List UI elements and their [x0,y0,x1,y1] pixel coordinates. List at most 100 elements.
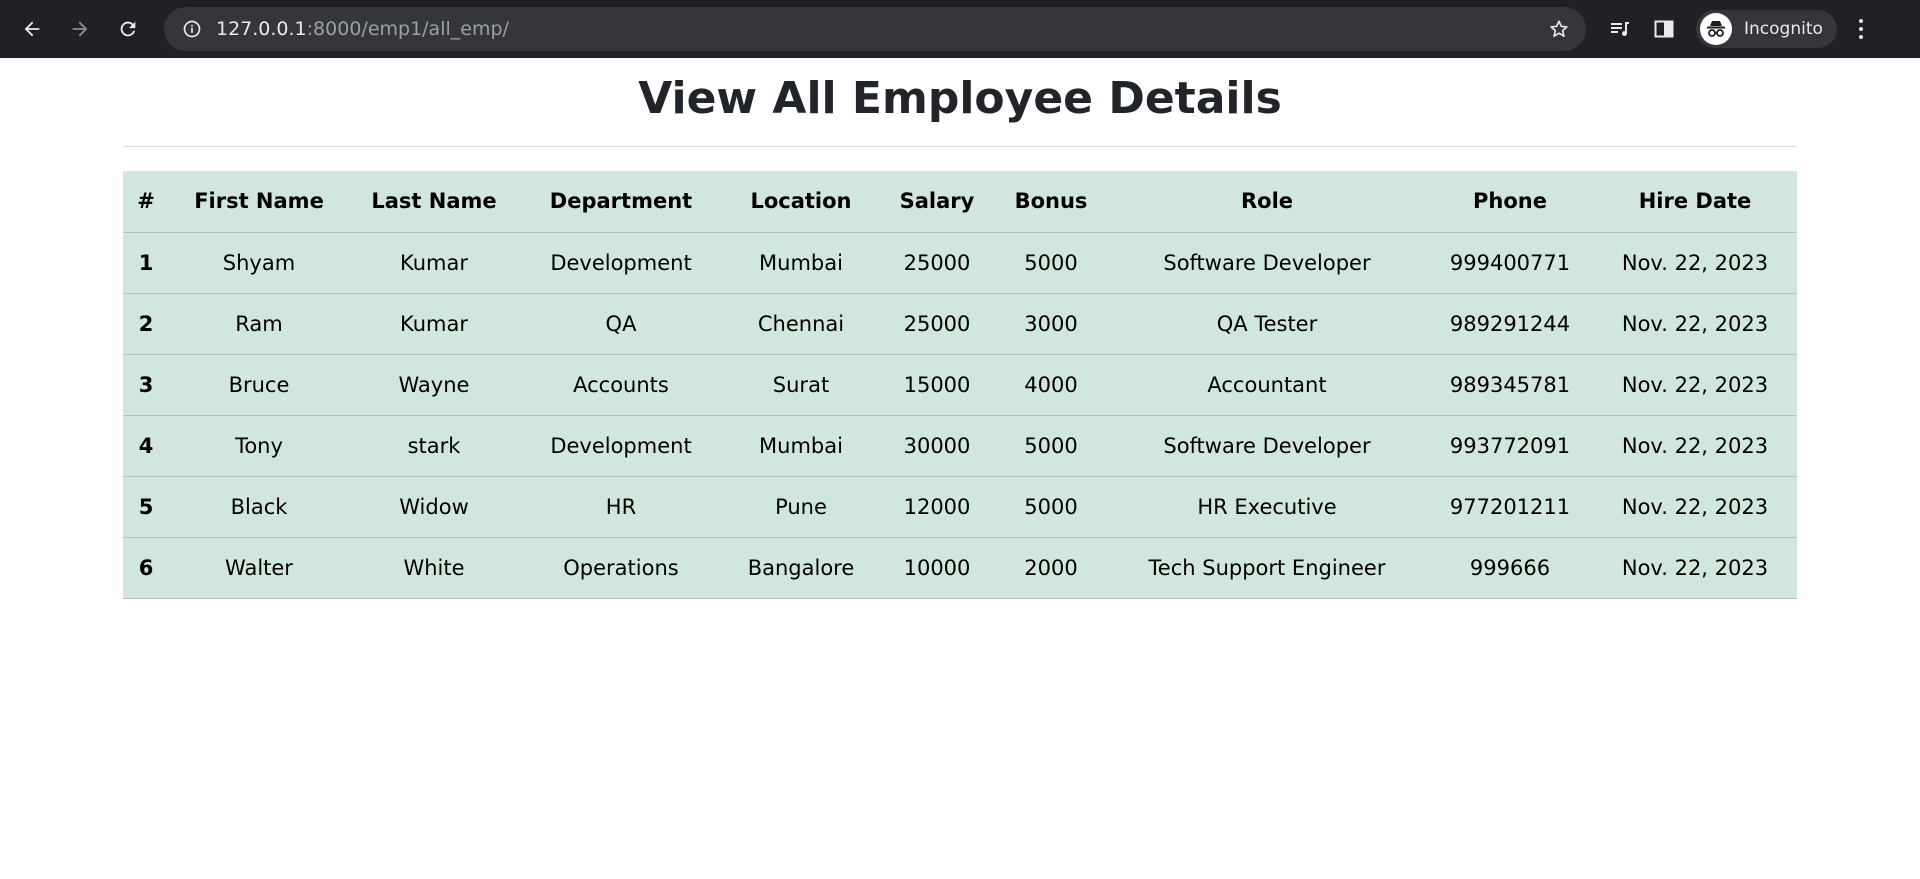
back-button[interactable] [14,11,50,47]
cell-salary: 25000 [879,232,995,294]
cell-hire-date: Nov. 22, 2023 [1593,232,1797,294]
cell-salary: 25000 [879,293,995,355]
cell-last-name: Widow [349,476,519,538]
cell-index: 4 [123,415,169,477]
table-row: 2 Ram Kumar QA Chennai 25000 3000 QA Tester 9892… [123,293,1797,355]
queue-music-icon [1611,22,1629,36]
cell-first-name: Shyam [169,232,349,294]
cell-first-name: Ram [169,293,349,355]
incognito-label: Incognito [1744,19,1823,39]
column-header-role: Role [1107,171,1427,233]
page-title: View All Employee Details [638,73,1282,124]
cell-location: Surat [723,354,879,416]
cell-location: Pune [723,476,879,538]
column-header-first-name: First Name [169,171,349,233]
column-header-salary: Salary [879,171,995,233]
cell-first-name: Black [169,476,349,538]
cell-phone: 993772091 [1427,415,1593,477]
column-header-location: Location [723,171,879,233]
cell-salary: 10000 [879,537,995,599]
forward-button[interactable] [62,11,98,47]
cell-phone: 999400771 [1427,232,1593,294]
media-controls-button[interactable] [1608,17,1632,41]
cell-last-name: White [349,537,519,599]
cell-role: Accountant [1107,354,1427,416]
cell-salary: 12000 [879,476,995,538]
cell-department: QA [519,293,723,355]
table-header-row: # First Name Last Name Department Location Sa… [123,171,1797,233]
address-bar[interactable]: 127.0.0.1:8000/emp1/all_emp/ [164,7,1586,51]
browser-menu-icon[interactable] [1857,19,1865,39]
forward-arrow-icon [72,21,88,37]
table-row: 4 Tony stark Development Mumbai 30000 5000 Soft… [123,415,1797,477]
cell-hire-date: Nov. 22, 2023 [1593,415,1797,477]
column-header-last-name: Last Name [349,171,519,233]
cell-location: Mumbai [723,232,879,294]
employee-table: # First Name Last Name Department Location Sa… [123,171,1797,599]
cell-index: 5 [123,476,169,538]
cell-index: 6 [123,537,169,599]
cell-department: Accounts [519,354,723,416]
cell-index: 3 [123,354,169,416]
cell-last-name: Kumar [349,293,519,355]
incognito-icon [1700,13,1732,45]
column-header-department: Department [519,171,723,233]
cell-index: 2 [123,293,169,355]
cell-department: Development [519,415,723,477]
cell-phone: 989291244 [1427,293,1593,355]
cell-location: Chennai [723,293,879,355]
cell-hire-date: Nov. 22, 2023 [1593,476,1797,538]
url-path: :8000/emp1/all_emp/ [306,18,509,40]
cell-first-name: Bruce [169,354,349,416]
cell-phone: 999666 [1427,537,1593,599]
reload-icon [120,21,136,37]
table-row: 1 Shyam Kumar Development Mumbai 25000 5000 Sof… [123,232,1797,294]
cell-first-name: Tony [169,415,349,477]
side-panel-icon [1654,20,1674,38]
column-header-index: # [123,171,169,233]
cell-index: 1 [123,232,169,294]
cell-last-name: stark [349,415,519,477]
cell-role: Tech Support Engineer [1107,537,1427,599]
cell-salary: 15000 [879,354,995,416]
cell-phone: 989345781 [1427,354,1593,416]
cell-hire-date: Nov. 22, 2023 [1593,537,1797,599]
bookmark-star-icon[interactable] [1548,18,1570,40]
cell-role: HR Executive [1107,476,1427,538]
cell-bonus: 5000 [995,476,1107,538]
cell-department: Operations [519,537,723,599]
incognito-profile-button[interactable]: Incognito [1696,10,1837,48]
url-text: 127.0.0.1:8000/emp1/all_emp/ [216,18,509,40]
cell-bonus: 5000 [995,415,1107,477]
table-body: 1 Shyam Kumar Development Mumbai 25000 5000 Sof… [123,232,1797,599]
cell-bonus: 4000 [995,354,1107,416]
cell-first-name: Walter [169,537,349,599]
site-info-icon[interactable] [182,19,202,39]
column-header-bonus: Bonus [995,171,1107,233]
cell-department: HR [519,476,723,538]
cell-last-name: Wayne [349,354,519,416]
cell-role: Software Developer [1107,232,1427,294]
cell-bonus: 3000 [995,293,1107,355]
cell-bonus: 5000 [995,232,1107,294]
cell-hire-date: Nov. 22, 2023 [1593,354,1797,416]
cell-salary: 30000 [879,415,995,477]
cell-phone: 977201211 [1427,476,1593,538]
cell-hire-date: Nov. 22, 2023 [1593,293,1797,355]
table-row: 6 Walter White Operations Bangalore 10000 2000… [123,537,1797,599]
column-header-phone: Phone [1427,171,1593,233]
browser-toolbar: 127.0.0.1:8000/emp1/all_emp/ Incognito [0,0,1920,58]
table-row: 3 Bruce Wayne Accounts Surat 15000 4000 Account… [123,354,1797,416]
cell-location: Mumbai [723,415,879,477]
side-panel-button[interactable] [1652,17,1676,41]
back-arrow-icon [24,21,40,37]
table-row: 5 Black Widow HR Pune 12000 5000 HR Executive 97… [123,476,1797,538]
cell-role: QA Tester [1107,293,1427,355]
cell-role: Software Developer [1107,415,1427,477]
cell-last-name: Kumar [349,232,519,294]
cell-bonus: 2000 [995,537,1107,599]
title-divider [123,146,1797,147]
page-content: View All Employee Details # First Name Las… [0,64,1920,599]
url-host: 127.0.0.1 [216,18,307,40]
reload-button[interactable] [110,11,146,47]
